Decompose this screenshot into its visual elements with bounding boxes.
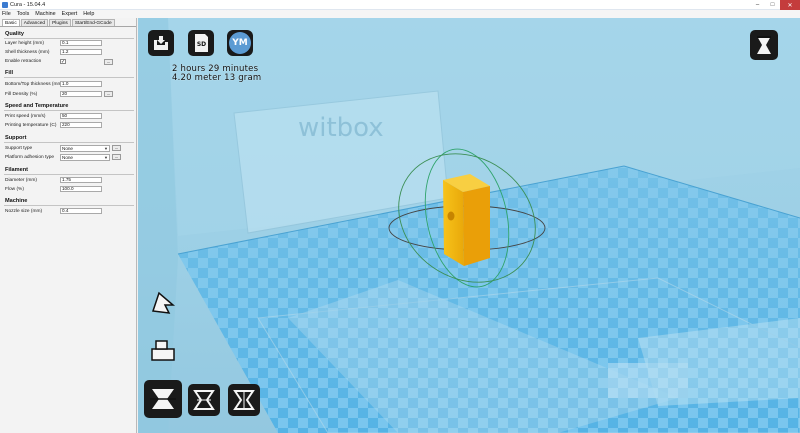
platform-adhesion-label: Platform adhesion type [5, 155, 55, 160]
support-type-select[interactable]: None ▼ [60, 145, 110, 152]
layer-height-label: Layer height (mm) [5, 41, 44, 46]
printing-temperature-input[interactable]: 220 [60, 122, 102, 128]
tab-advanced[interactable]: Advanced [20, 19, 49, 26]
print-speed-label: Print speed (mm/s) [5, 114, 46, 119]
print-material: 4.20 meter 13 gram [172, 73, 262, 83]
fill-density-label: Fill Density (%) [5, 92, 38, 97]
divider [4, 76, 134, 78]
flow-input[interactable]: 100.0 [60, 186, 102, 192]
enable-retraction-checkbox[interactable]: ✓ [60, 58, 66, 64]
adhesion-settings-button[interactable]: ... [112, 154, 121, 160]
support-type-label: Support type [5, 146, 33, 151]
load-model-button[interactable] [148, 30, 174, 56]
support-settings-button[interactable]: ... [112, 145, 121, 151]
section-title-support: Support [5, 135, 27, 141]
save-to-sd-icon: SD [195, 34, 208, 52]
mirror-tool-button[interactable] [144, 380, 182, 418]
mirror-y-icon [233, 390, 255, 410]
divider [4, 204, 134, 206]
save-to-sd-button[interactable]: SD [188, 30, 214, 56]
menu-tools[interactable]: Tools [17, 11, 30, 17]
divider [4, 173, 134, 175]
printing-temperature-label: Printing temperature (C) [5, 123, 57, 128]
menu-help[interactable]: Help [83, 11, 94, 17]
print-speed-input[interactable]: 50 [60, 113, 102, 119]
print-estimate: 2 hours 29 minutes 4.20 meter 13 gram [172, 65, 261, 83]
shell-thickness-label: Shell thickness (mm) [5, 50, 50, 55]
menu-machine[interactable]: Machine [35, 11, 55, 17]
settings-panel: Basic Advanced Plugins Start/End-GCode Q… [0, 18, 137, 433]
nozzle-size-input[interactable]: 0.4 [60, 208, 102, 214]
sd-label: SD [197, 41, 206, 48]
tab-basic[interactable]: Basic [2, 19, 20, 26]
mirror-y-button[interactable] [228, 384, 260, 416]
3d-viewport[interactable]: witbox SD YM 2 hours 29 minutes 4.20 met… [138, 18, 800, 433]
youmagine-button[interactable]: YM [227, 30, 253, 56]
divider [4, 109, 134, 111]
title-bar: Cura - 15.04.4 – □ ✕ [0, 0, 800, 10]
view-mode-icon [757, 36, 771, 54]
scale-tool-button[interactable] [148, 334, 178, 364]
chevron-down-icon: ▼ [104, 155, 108, 160]
diameter-input[interactable]: 1.75 [60, 177, 102, 183]
platform-adhesion-value: None [62, 155, 73, 160]
chevron-down-icon: ▼ [104, 146, 108, 151]
fill-settings-button[interactable]: ... [104, 91, 113, 97]
section-title-speed: Speed and Temperature [5, 103, 69, 109]
support-type-value: None [62, 146, 73, 151]
3d-model[interactable] [443, 174, 490, 266]
bottom-top-thickness-label: Bottom/Top thickness (mm) [5, 82, 64, 87]
minimize-button[interactable]: – [750, 0, 765, 10]
section-title-filament: Filament [5, 167, 29, 173]
divider [4, 37, 134, 39]
retraction-settings-button[interactable]: ... [104, 58, 113, 65]
youmagine-icon: YM [229, 32, 251, 54]
witbox-logo: witbox [298, 113, 384, 143]
section-title-fill: Fill [5, 70, 14, 76]
menu-expert[interactable]: Expert [62, 11, 78, 17]
nozzle-size-label: Nozzle size (mm) [5, 209, 43, 214]
app-icon [2, 2, 8, 8]
maximize-button[interactable]: □ [765, 0, 780, 10]
load-model-icon [154, 36, 168, 50]
view-mode-button[interactable] [750, 30, 778, 60]
platform-adhesion-select[interactable]: None ▼ [60, 154, 110, 161]
close-button[interactable]: ✕ [780, 0, 800, 10]
menu-bar: File Tools Machine Expert Help [0, 10, 800, 18]
tab-start-end-gcode[interactable]: Start/End-GCode [71, 19, 115, 26]
mirror-x-icon [193, 390, 215, 410]
fill-density-input[interactable]: 20 [60, 91, 102, 97]
tab-plugins[interactable]: Plugins [49, 19, 71, 26]
menu-file[interactable]: File [2, 11, 11, 17]
mirror-x-button[interactable] [188, 384, 220, 416]
section-title-machine: Machine [5, 198, 28, 204]
rotate-tool-button[interactable] [148, 286, 178, 316]
mirror-icon [150, 389, 176, 409]
layer-height-input[interactable]: 0.1 [60, 40, 102, 46]
enable-retraction-label: Enable retraction [5, 59, 42, 64]
settings-tabs: Basic Advanced Plugins Start/End-GCode [0, 19, 136, 27]
window-title: Cura - 15.04.4 [10, 1, 46, 8]
rotate-icon [151, 291, 176, 314]
shell-thickness-input[interactable]: 1.2 [60, 49, 102, 55]
scale-icon [151, 340, 175, 361]
section-title-quality: Quality [5, 31, 24, 37]
diameter-label: Diameter (mm) [5, 178, 37, 183]
bottom-top-thickness-input[interactable]: 1.0 [60, 81, 102, 87]
flow-label: Flow (%) [5, 187, 24, 192]
window-controls: – □ ✕ [750, 0, 800, 10]
divider [4, 141, 134, 143]
